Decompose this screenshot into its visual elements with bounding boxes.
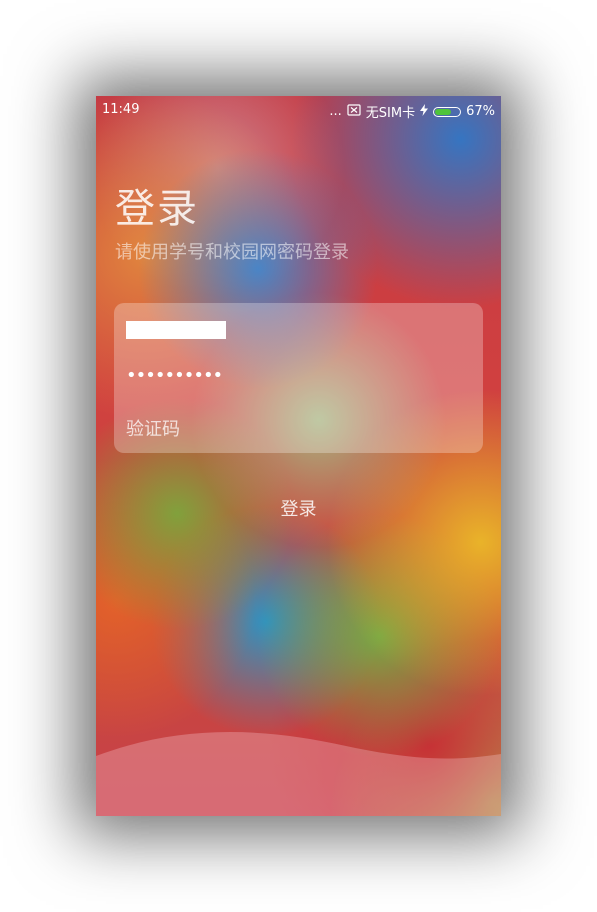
login-button[interactable]: 登录: [96, 494, 501, 522]
login-form: •••••••••• 验证码: [114, 303, 483, 453]
status-indicators: ... 无SIM卡 67%: [329, 102, 495, 121]
bolt-icon: [420, 103, 429, 120]
status-bar: 11:49 ... 无SIM卡 67%: [96, 96, 501, 124]
bottom-wave: [96, 732, 501, 816]
page-subtitle: 请使用学号和校园网密码登录: [115, 242, 349, 263]
sim-status-text: 无SIM卡: [365, 106, 416, 121]
username-field[interactable]: [126, 321, 226, 339]
no-sim-icon: [347, 103, 361, 120]
password-field[interactable]: ••••••••••: [126, 365, 223, 386]
battery-icon: [433, 106, 462, 117]
more-dots-icon: ...: [329, 104, 342, 119]
phone-screen: 11:49 ... 无SIM卡 67% 登录 请使用学号和校园网密码登录 •••…: [96, 96, 501, 816]
status-time: 11:49: [102, 102, 140, 117]
page-title: 登录: [115, 186, 199, 232]
battery-percent: 67%: [466, 104, 495, 119]
captcha-field[interactable]: 验证码: [126, 415, 180, 441]
battery-level: [435, 108, 452, 115]
